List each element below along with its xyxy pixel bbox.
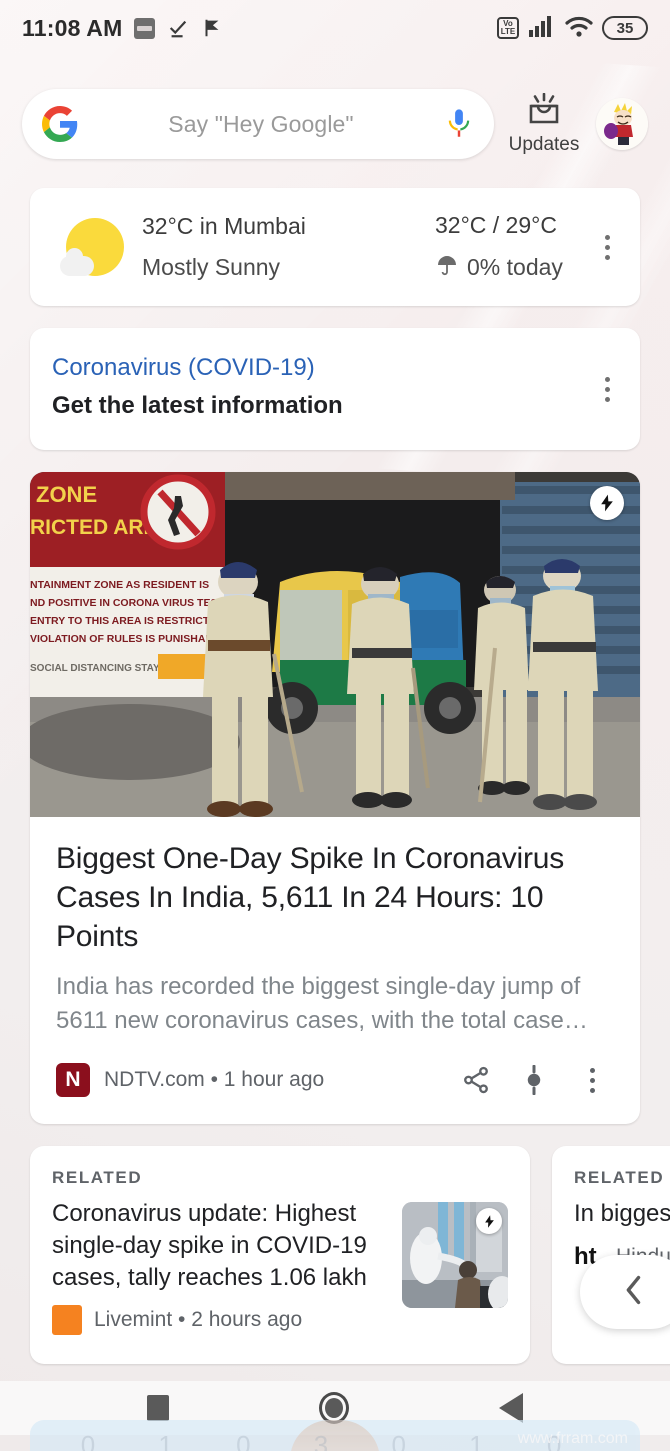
news-overflow-menu-icon[interactable] (570, 1058, 614, 1102)
related-label: RELATED (52, 1168, 143, 1188)
wifi-icon (565, 14, 593, 43)
inbox-updates-icon (523, 92, 565, 132)
svg-text:VIOLATION OF RULES IS PUNISHAB: VIOLATION OF RULES IS PUNISHABLE (30, 633, 226, 645)
news-footer: N NDTV.com • 1 hour ago (30, 1038, 640, 1124)
status-bar-right: Vo LTE 35 (497, 14, 648, 43)
weather-card[interactable]: 32°C in Mumbai Mostly Sunny 32°C / 29°C … (30, 188, 640, 306)
news-source-meta: NDTV.com • 1 hour ago (104, 1068, 325, 1092)
recents-square-icon[interactable] (147, 1395, 169, 1421)
back-triangle-icon[interactable] (499, 1393, 523, 1423)
related-headline[interactable]: Coronavirus update: Highest single-day s… (52, 1198, 386, 1293)
weather-condition: Mostly Sunny (142, 254, 281, 280)
weather-high-low: 32°C / 29°C (435, 211, 557, 238)
amp-lightning-icon (476, 1208, 502, 1235)
news-headline[interactable]: Biggest One-Day Spike In Coronavirus Cas… (56, 839, 614, 956)
feed-cards: 32°C in Mumbai Mostly Sunny 32°C / 29°C … (0, 166, 670, 1125)
weather-main: 32°C in Mumbai Mostly Sunny (136, 213, 435, 281)
mic-icon[interactable] (444, 107, 474, 141)
weather-precipitation-row: 0% today (435, 253, 610, 283)
share-icon[interactable] (454, 1058, 498, 1102)
search-bar[interactable]: Say "Hey Google" (22, 89, 494, 159)
search-input-placeholder[interactable]: Say "Hey Google" (78, 111, 444, 138)
battery-indicator: 35 (602, 16, 648, 40)
news-body: Biggest One-Day Spike In Coronavirus Cas… (30, 817, 640, 1038)
related-card-1[interactable]: RELATED Coronavirus update: Highest sing… (30, 1146, 530, 1365)
status-bar: 11:08 AM Vo LTE 35 (0, 0, 670, 56)
svg-text:ZONE: ZONE (36, 482, 97, 507)
volte-icon: Vo LTE (497, 17, 519, 39)
home-screen: 11:08 AM Vo LTE 35 Say "Hey Google" Upda… (0, 0, 670, 1451)
amp-lightning-icon (590, 486, 624, 520)
related-carousel[interactable]: RELATED Coronavirus update: Highest sing… (0, 1146, 670, 1365)
weather-overflow-menu-icon[interactable] (592, 230, 622, 264)
covid-card[interactable]: Coronavirus (COVID-19) Get the latest in… (30, 328, 640, 450)
covid-card-subtitle: Get the latest information (52, 392, 343, 419)
signal-icon (528, 14, 556, 43)
related-headline[interactable]: In biggest (574, 1198, 670, 1230)
clock: 11:08 AM (22, 14, 123, 41)
flag-check-icon (201, 17, 223, 39)
weather-icon-wrap (50, 216, 136, 278)
bottom-partial-card[interactable]: 0 1 0 3 0 1 0 www.frram.com (30, 1420, 640, 1451)
tune-icon[interactable] (512, 1058, 556, 1102)
related-source-meta: Livemint • 2 hours ago (94, 1308, 303, 1332)
zomato-icon (134, 17, 156, 39)
weather-precipitation-value: 0% today (467, 254, 563, 280)
svg-text:ENTRY TO THIS AREA IS RESTRICT: ENTRY TO THIS AREA IS RESTRICTED (30, 615, 224, 627)
svg-text:NTAINMENT ZONE AS RESIDENT IS: NTAINMENT ZONE AS RESIDENT IS (30, 579, 209, 591)
volte-bottom: LTE (500, 27, 516, 36)
news-card[interactable]: ZONE RICTED AREA NTAINMENT ZONE AS RESID… (30, 472, 640, 1125)
ndtv-source-logo: N (56, 1063, 90, 1098)
back-gesture-pill[interactable] (580, 1255, 670, 1329)
mostly-sunny-icon (60, 216, 124, 278)
google-logo-icon (42, 106, 78, 142)
weather-temperature-location: 32°C in Mumbai (142, 213, 306, 239)
news-image[interactable]: ZONE RICTED AREA NTAINMENT ZONE AS RESID… (30, 472, 640, 817)
related-thumbnail[interactable] (402, 1202, 508, 1309)
search-row: Say "Hey Google" Updates (0, 56, 670, 166)
chevron-left-icon (620, 1273, 648, 1312)
livemint-source-logo (52, 1305, 82, 1336)
bottom-watermark: www.frram.com (517, 1430, 628, 1447)
covid-overflow-menu-icon[interactable] (592, 372, 622, 406)
covid-card-title[interactable]: Coronavirus (COVID-19) (52, 354, 618, 382)
related-label: RELATED (574, 1168, 665, 1188)
status-bar-left: 11:08 AM (22, 15, 497, 42)
checkmark-icon (167, 17, 189, 39)
updates-label: Updates (508, 133, 580, 155)
umbrella-icon (435, 253, 459, 283)
avatar[interactable] (596, 98, 648, 150)
news-snippet: India has recorded the biggest single-da… (56, 973, 588, 1035)
svg-text:ND POSITIVE IN CORONA VIRUS TE: ND POSITIVE IN CORONA VIRUS TEST (30, 597, 224, 609)
updates-button[interactable]: Updates (498, 92, 590, 156)
